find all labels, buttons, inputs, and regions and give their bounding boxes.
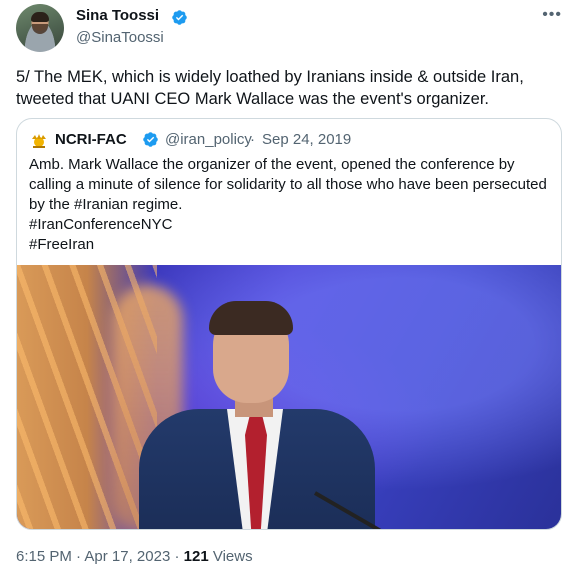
views-label: Views — [212, 548, 253, 565]
views-count: 121 — [183, 548, 209, 565]
tweet: Sina Toossi @SinaToossi ••• 5/ The MEK, … — [0, 0, 580, 580]
avatar-hair — [31, 12, 49, 22]
ncri-logo-icon — [32, 134, 46, 148]
more-horizontal-icon: ••• — [542, 6, 562, 23]
author-handle[interactable]: @SinaToossi — [76, 29, 164, 46]
footer-separator: · — [76, 548, 82, 565]
quoted-separator: · — [250, 131, 255, 148]
tweet-footer: 6:15 PM · Apr 17, 2023 · 121 Views — [16, 548, 253, 565]
quoted-text: Amb. Mark Wallace the organizer of the e… — [29, 156, 547, 253]
quoted-author-name[interactable]: NCRI-FAC — [55, 131, 127, 148]
tweet-time[interactable]: 6:15 PM — [16, 548, 72, 565]
tweet-text: 5/ The MEK, which is widely loathed by I… — [16, 68, 524, 108]
quoted-verified-badge-icon — [143, 132, 158, 147]
author-name[interactable]: Sina Toossi — [76, 7, 159, 24]
tweet-date[interactable]: Apr 17, 2023 — [84, 548, 170, 565]
speaker-figure — [129, 301, 420, 529]
quoted-author-handle[interactable]: @iran_policy — [165, 131, 252, 148]
quoted-date[interactable]: Sep 24, 2019 — [262, 131, 351, 148]
more-options-button[interactable]: ••• — [542, 6, 562, 24]
verified-badge-icon — [172, 10, 187, 25]
quoted-tweet[interactable]: NCRI-FAC @iran_policy · Sep 24, 2019 Amb… — [16, 118, 562, 530]
quoted-media-image[interactable] — [17, 265, 561, 529]
avatar-beard — [32, 24, 48, 34]
avatar[interactable] — [16, 4, 64, 52]
footer-dot: · — [174, 548, 180, 565]
speaker-hair — [209, 301, 293, 335]
